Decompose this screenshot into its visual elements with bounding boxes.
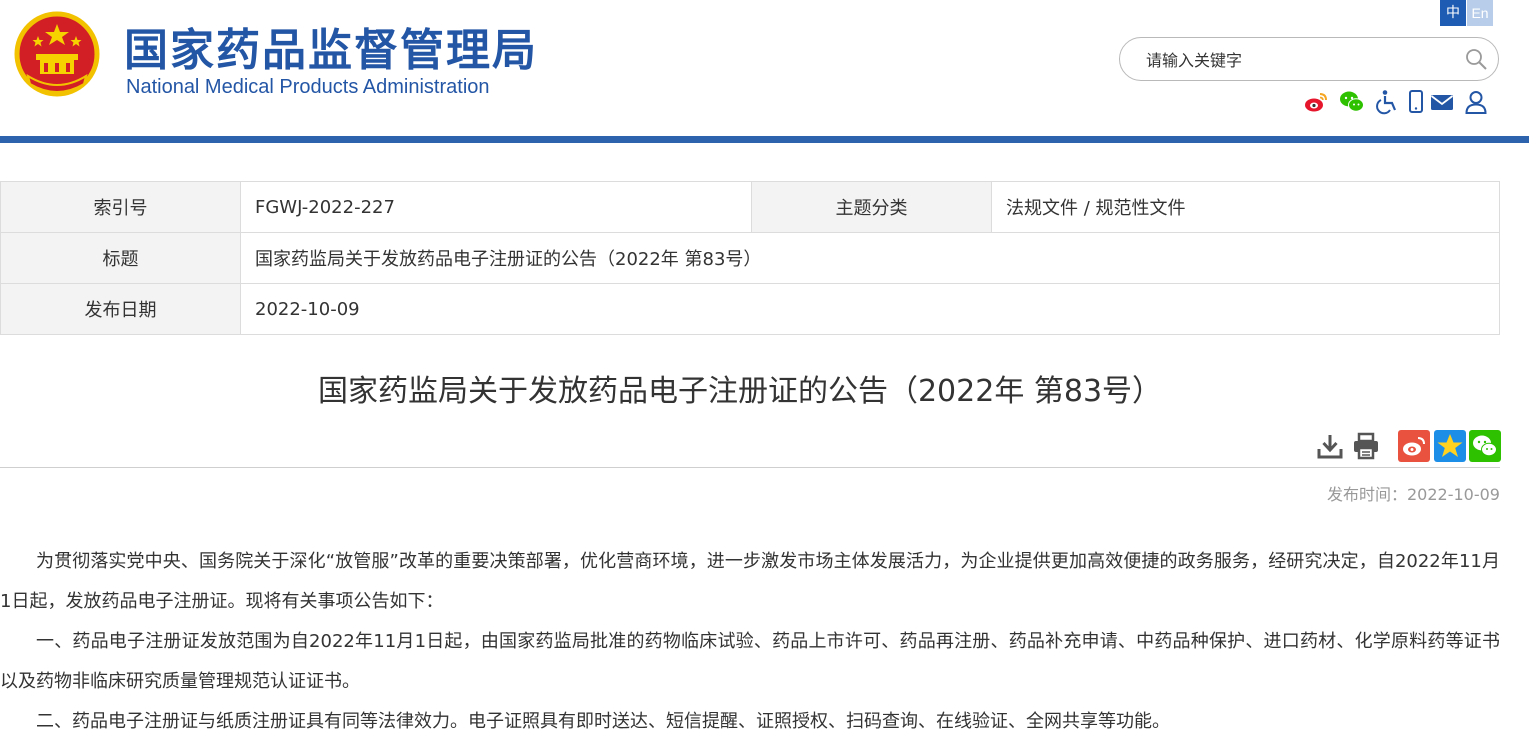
article-divider <box>0 467 1500 468</box>
search-icon[interactable] <box>1464 47 1488 71</box>
index-value: FGWJ-2022-227 <box>240 181 752 233</box>
search-input[interactable] <box>1144 44 1448 76</box>
index-label: 索引号 <box>0 181 241 233</box>
document-info-table: 索引号 FGWJ-2022-227 主题分类 法规文件 / 规范性文件 标题 国… <box>0 181 1500 335</box>
table-row: 索引号 FGWJ-2022-227 主题分类 法规文件 / 规范性文件 <box>0 181 1500 233</box>
share-toolbar <box>0 430 1529 468</box>
print-icon[interactable] <box>1350 430 1382 462</box>
header-divider <box>0 136 1529 143</box>
category-value: 法规文件 / 规范性文件 <box>991 181 1500 233</box>
user-icon[interactable] <box>1463 89 1489 115</box>
mobile-icon[interactable] <box>1403 89 1429 115</box>
download-icon[interactable] <box>1314 430 1346 462</box>
title-value: 国家药监局关于发放药品电子注册证的公告（2022年 第83号） <box>240 232 1500 284</box>
article-body: 为贯彻落实党中央、国务院关于深化“放管服”改革的重要决策部署，优化营商环境，进一… <box>0 542 1500 742</box>
mail-icon[interactable] <box>1429 89 1455 115</box>
publish-time: 发布时间：2022-10-09 <box>1327 485 1500 504</box>
site-header: 国家药品监督管理局 National Medical Products Admi… <box>0 0 1529 143</box>
article-title: 国家药监局关于发放药品电子注册证的公告（2022年 第83号） <box>317 374 1163 409</box>
weibo-icon[interactable] <box>1303 89 1329 115</box>
table-row: 发布日期 2022-10-09 <box>0 283 1500 335</box>
article-paragraph: 为贯彻落实党中央、国务院关于深化“放管服”改革的重要决策部署，优化营商环境，进一… <box>0 551 1500 612</box>
article-paragraph: 二、药品电子注册证与纸质注册证具有同等法律效力。电子证照具有即时送达、短信提醒、… <box>36 711 1170 732</box>
article-paragraph: 一、药品电子注册证发放范围为自2022年11月1日起，由国家药监局批准的药物临床… <box>0 631 1500 692</box>
national-emblem-icon[interactable] <box>14 10 100 98</box>
lang-zh-button[interactable]: 中 <box>1440 0 1466 26</box>
date-value: 2022-10-09 <box>240 283 1500 335</box>
wechat-icon[interactable] <box>1339 89 1365 115</box>
table-row: 标题 国家药监局关于发放药品电子注册证的公告（2022年 第83号） <box>0 232 1500 284</box>
date-label: 发布日期 <box>0 283 241 335</box>
wechat-share-icon[interactable] <box>1469 430 1501 462</box>
lang-en-button[interactable]: En <box>1467 0 1493 26</box>
site-title-en[interactable]: National Medical Products Administration <box>126 76 490 99</box>
qzone-share-icon[interactable] <box>1434 430 1466 462</box>
title-label: 标题 <box>0 232 241 284</box>
weibo-share-icon[interactable] <box>1398 430 1430 462</box>
site-title-cn[interactable]: 国家药品监督管理局 <box>124 14 538 78</box>
category-label: 主题分类 <box>751 181 992 233</box>
accessibility-icon[interactable] <box>1375 89 1401 115</box>
search-box <box>1119 37 1499 81</box>
